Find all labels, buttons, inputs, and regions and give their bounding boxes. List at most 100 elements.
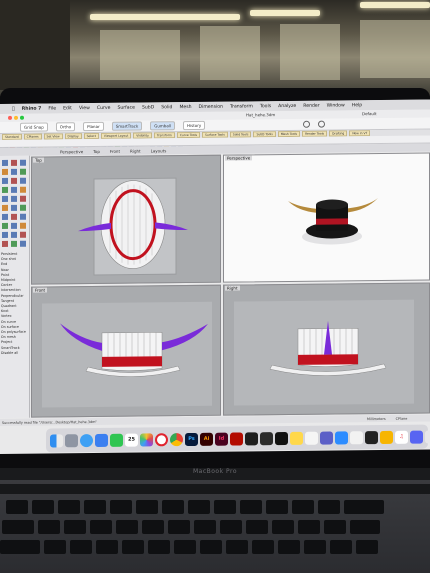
acrobat-icon[interactable] bbox=[230, 431, 243, 446]
finder-icon[interactable] bbox=[50, 433, 63, 447]
menu-analyze[interactable]: Analyze bbox=[278, 103, 296, 108]
tab-layouts[interactable]: Layouts bbox=[151, 148, 167, 153]
key[interactable] bbox=[174, 540, 196, 554]
zoom-window-icon[interactable] bbox=[20, 115, 24, 120]
key[interactable] bbox=[90, 520, 112, 534]
tv-icon[interactable] bbox=[275, 431, 288, 445]
key[interactable] bbox=[318, 500, 340, 514]
tab-right[interactable]: Right bbox=[130, 148, 141, 153]
menu-file[interactable]: File bbox=[48, 106, 56, 111]
key[interactable] bbox=[64, 520, 86, 534]
menu-mesh[interactable]: Mesh bbox=[179, 104, 191, 109]
viewport-perspective-label[interactable]: Perspective bbox=[225, 155, 253, 161]
close-window-icon[interactable] bbox=[8, 115, 12, 120]
music-icon[interactable]: ♫ bbox=[395, 430, 408, 444]
mail-icon[interactable] bbox=[95, 433, 108, 447]
key[interactable] bbox=[278, 540, 300, 554]
menu-subd[interactable]: SubD bbox=[142, 105, 154, 110]
launchpad-icon[interactable] bbox=[65, 433, 78, 447]
key[interactable] bbox=[32, 500, 54, 514]
viewport-top[interactable]: Top bbox=[31, 154, 221, 285]
key[interactable] bbox=[44, 540, 66, 554]
key[interactable] bbox=[142, 520, 164, 534]
record-icon[interactable] bbox=[303, 120, 311, 128]
planar-toggle[interactable]: Planar bbox=[83, 121, 104, 132]
osnap-disable-all[interactable]: Disable all bbox=[1, 351, 29, 356]
help-icon[interactable] bbox=[318, 120, 326, 128]
key[interactable] bbox=[214, 500, 236, 514]
key[interactable] bbox=[70, 540, 92, 554]
key[interactable] bbox=[6, 500, 28, 514]
key[interactable] bbox=[298, 520, 320, 534]
menu-tools[interactable]: Tools bbox=[260, 104, 271, 109]
smarttrack-toggle[interactable]: SmartTrack bbox=[111, 121, 143, 131]
key[interactable] bbox=[38, 520, 60, 534]
viewport-front[interactable]: Front bbox=[31, 284, 221, 418]
grid-snap-toggle[interactable]: Grid Snap bbox=[20, 122, 48, 132]
key[interactable] bbox=[252, 540, 274, 554]
key[interactable] bbox=[292, 500, 314, 514]
viewport-front-label[interactable]: Front bbox=[33, 287, 48, 293]
key[interactable] bbox=[304, 540, 326, 554]
key[interactable] bbox=[168, 520, 190, 534]
teams-icon[interactable] bbox=[320, 431, 333, 445]
illustrator-icon[interactable]: Ai bbox=[200, 432, 213, 446]
tool-icons[interactable] bbox=[0, 158, 30, 253]
key[interactable] bbox=[350, 520, 380, 534]
history-toggle[interactable]: History bbox=[183, 120, 206, 131]
discord-icon[interactable] bbox=[410, 430, 423, 444]
key[interactable] bbox=[344, 500, 384, 514]
display-mode[interactable]: Default bbox=[362, 111, 377, 116]
menu-render[interactable]: Render bbox=[303, 103, 319, 108]
opera-icon[interactable] bbox=[155, 432, 168, 446]
viewport-perspective[interactable]: Perspective bbox=[223, 152, 430, 283]
key[interactable] bbox=[2, 520, 34, 534]
viewport-right-label[interactable]: Right bbox=[225, 285, 240, 291]
tab-front[interactable]: Front bbox=[110, 148, 120, 153]
tab-top[interactable]: Top bbox=[93, 148, 100, 153]
apple-icon[interactable]:  bbox=[12, 106, 15, 111]
menu-edit[interactable]: Edit bbox=[63, 106, 72, 111]
key[interactable] bbox=[226, 540, 248, 554]
chrome-icon[interactable] bbox=[170, 432, 183, 446]
key[interactable] bbox=[200, 540, 222, 554]
key[interactable] bbox=[272, 520, 294, 534]
stickies-icon[interactable] bbox=[305, 431, 318, 445]
menu-dimension[interactable]: Dimension bbox=[199, 104, 223, 109]
menu-window[interactable]: Window bbox=[327, 103, 345, 108]
key[interactable] bbox=[266, 500, 288, 514]
key[interactable] bbox=[240, 500, 262, 514]
tab-perspective[interactable]: Perspective bbox=[60, 149, 83, 154]
calendar-icon[interactable]: 25 bbox=[125, 433, 138, 447]
photoshop-icon[interactable]: Ps bbox=[185, 432, 198, 446]
key[interactable] bbox=[116, 520, 138, 534]
notes-icon[interactable] bbox=[290, 431, 303, 445]
indesign-icon[interactable]: Id bbox=[215, 432, 228, 446]
rhino-icon[interactable] bbox=[260, 431, 273, 445]
figma-icon[interactable] bbox=[245, 431, 258, 445]
key[interactable] bbox=[136, 500, 158, 514]
key[interactable] bbox=[330, 540, 352, 554]
key[interactable] bbox=[220, 520, 242, 534]
menu-curve[interactable]: Curve bbox=[97, 105, 111, 110]
trash-icon[interactable] bbox=[425, 429, 430, 444]
menu-surface[interactable]: Surface bbox=[117, 105, 135, 110]
menu-transform[interactable]: Transform bbox=[230, 104, 253, 109]
key[interactable] bbox=[84, 500, 106, 514]
zoom-icon[interactable] bbox=[335, 430, 348, 444]
key[interactable] bbox=[356, 540, 378, 554]
key[interactable] bbox=[194, 520, 216, 534]
key[interactable] bbox=[324, 520, 346, 534]
gumball-toggle[interactable]: Gumball bbox=[150, 121, 176, 131]
key[interactable] bbox=[0, 540, 40, 554]
viewport-right[interactable]: Right bbox=[223, 282, 430, 416]
menu-help[interactable]: Help bbox=[352, 103, 362, 108]
units-readout[interactable]: Millimeters bbox=[367, 416, 386, 420]
app-name[interactable]: Rhino 7 bbox=[22, 106, 42, 111]
key[interactable] bbox=[162, 500, 184, 514]
messages-icon[interactable] bbox=[110, 433, 123, 447]
viewport-top-label[interactable]: Top bbox=[33, 157, 44, 163]
app-icon[interactable] bbox=[365, 430, 378, 444]
key[interactable] bbox=[58, 500, 80, 514]
key[interactable] bbox=[110, 500, 132, 514]
